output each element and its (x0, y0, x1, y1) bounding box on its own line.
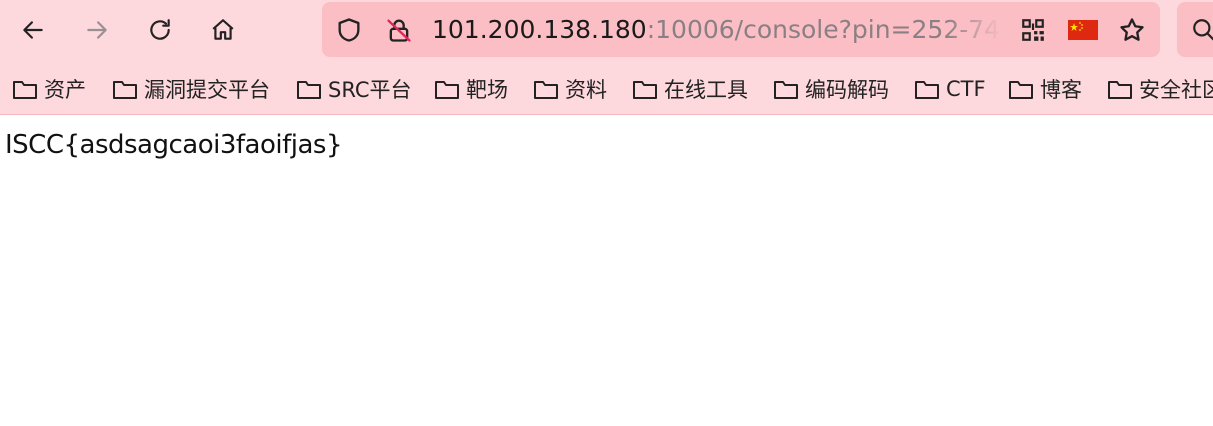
bookmark-folder[interactable]: 在线工具 (632, 73, 748, 105)
url-path: :10006/console?pin=252-749-997 (646, 15, 1002, 44)
folder-icon (534, 81, 558, 99)
folder-icon (13, 81, 37, 99)
bookmark-label: 资产 (44, 78, 86, 102)
qr-code-icon[interactable] (1018, 15, 1048, 45)
folder-icon (297, 81, 321, 99)
bookmark-label: SRC平台 (328, 78, 412, 102)
bookmarks-bar: 资产 漏洞提交平台 SRC平台 靶场 资料 在线工具 编码解码 CTF 博客 安… (0, 68, 1213, 110)
bookmark-label: 编码解码 (805, 78, 889, 102)
folder-icon (435, 81, 459, 99)
forward-button[interactable] (76, 10, 118, 50)
url-bar[interactable]: 101.200.138.180:10006/console?pin=252-74… (322, 2, 1160, 57)
bookmark-label: 资料 (565, 78, 607, 102)
toolbar: 101.200.138.180:10006/console?pin=252-74… (0, 0, 1213, 60)
folder-icon (633, 81, 657, 99)
china-flag-icon[interactable] (1067, 15, 1099, 45)
bookmark-folder[interactable]: 漏洞提交平台 (112, 73, 270, 105)
bookmark-label: 靶场 (466, 78, 508, 102)
home-button[interactable] (202, 10, 244, 50)
bookmark-folder[interactable]: 安全社区 (1107, 73, 1213, 105)
url-text[interactable]: 101.200.138.180:10006/console?pin=252-74… (432, 14, 1002, 46)
folder-icon (774, 81, 798, 99)
bookmark-folder[interactable]: 博客 (1008, 73, 1082, 105)
bookmark-star-icon[interactable] (1117, 15, 1147, 45)
bookmark-label: CTF (946, 77, 986, 101)
browser-chrome: 101.200.138.180:10006/console?pin=252-74… (0, 0, 1213, 115)
bookmark-label: 博客 (1040, 78, 1082, 102)
url-host: 101.200.138.180 (432, 15, 647, 44)
back-button[interactable] (12, 10, 54, 50)
search-box[interactable] (1177, 2, 1213, 57)
home-icon (212, 19, 234, 40)
arrow-left-icon (23, 21, 43, 39)
bookmark-folder[interactable]: 资产 (12, 73, 86, 105)
bookmark-label: 漏洞提交平台 (144, 78, 270, 102)
bookmark-folder[interactable]: CTF (914, 73, 986, 105)
folder-icon (1009, 81, 1033, 99)
reload-button[interactable] (139, 10, 181, 50)
bookmark-label: 在线工具 (664, 78, 748, 102)
folder-icon (1108, 81, 1132, 99)
folder-icon (915, 81, 939, 99)
search-icon (1193, 19, 1213, 41)
bookmark-folder[interactable]: SRC平台 (296, 73, 412, 105)
bookmark-label: 安全社区 (1139, 78, 1213, 102)
bookmark-folder[interactable]: 资料 (533, 73, 607, 105)
shield-icon[interactable] (334, 15, 364, 45)
bookmark-folder[interactable]: 靶场 (434, 73, 508, 105)
insecure-lock-icon[interactable] (384, 15, 414, 45)
page-content-text: ISCC{asdsagcaoi3faoifjas} (5, 130, 343, 160)
bookmark-folder[interactable]: 编码解码 (773, 73, 889, 105)
folder-icon (113, 81, 137, 99)
arrow-right-icon (87, 21, 107, 39)
reload-icon (150, 19, 170, 40)
